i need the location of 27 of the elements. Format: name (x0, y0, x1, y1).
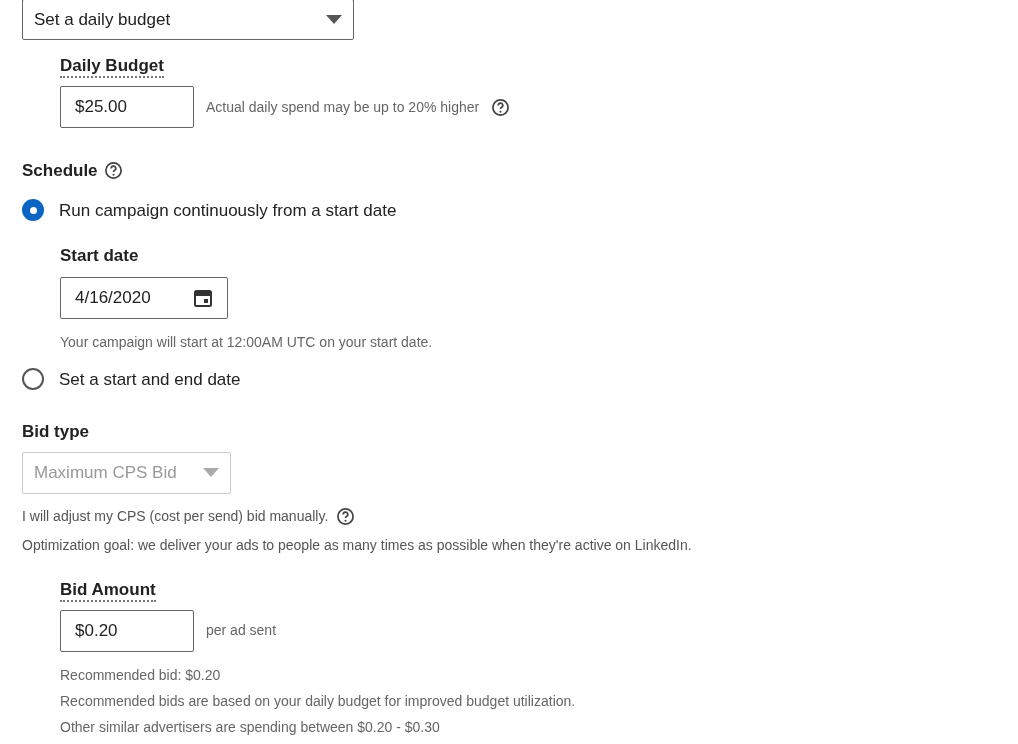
helper-text: Other similar advertisers are spending between $0.20 - $0.30 (60, 717, 441, 736)
radio-button[interactable] (22, 368, 44, 391)
hint-text: Actual daily spend may be up to 20% higher (206, 97, 480, 117)
date-input[interactable]: 4/16/2020 (60, 276, 228, 319)
calendar-icon (193, 287, 213, 308)
note-text: Optimization goal: we deliver your ads to people as many times as possible when they're active on LinkedIn. (22, 535, 693, 555)
helper-text: Your campaign will start at 12:00AM UTC on your start date. (60, 332, 434, 352)
help-icon[interactable] (491, 97, 511, 117)
radio-button[interactable] (22, 199, 44, 222)
helper-text: Recommended bids are based on your daily budget for improved budget utilization. (60, 691, 577, 710)
section-label: Schedule (22, 160, 98, 182)
note-text: I will adjust my CPS (cost per send) bid manually. (22, 506, 329, 526)
budget-input[interactable]: $25.00 (60, 86, 194, 128)
unit-text: per ad sent (206, 621, 277, 640)
budget-dropdown[interactable]: Set a daily budget (22, 0, 354, 40)
section-label: Bid type (22, 421, 91, 443)
caret-icon (326, 15, 342, 24)
help-icon[interactable] (336, 506, 356, 526)
radio-label: Set a start and end date (59, 368, 241, 391)
field-label: Daily Budget (60, 56, 164, 78)
help-icon[interactable] (103, 161, 123, 181)
helper-text: Recommended bid: $0.20 (60, 665, 222, 684)
caret-icon (203, 468, 219, 477)
bid-input[interactable]: $0.20 (60, 609, 194, 652)
field-label: Start date (60, 245, 140, 267)
radio-label: Run campaign continuously from a start date (59, 199, 397, 222)
field-label: Bid Amount (60, 579, 156, 602)
